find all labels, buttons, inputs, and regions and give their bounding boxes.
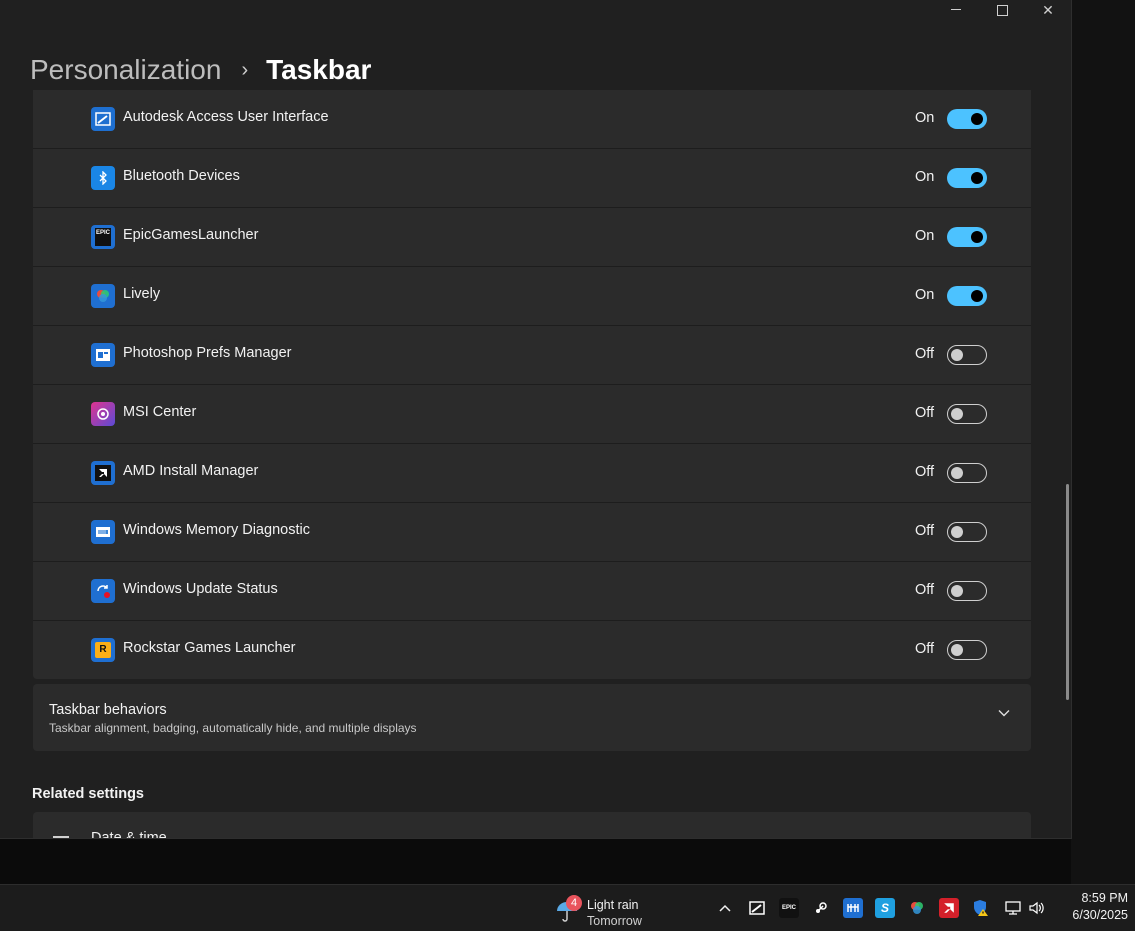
toggle-state-label: On: [915, 287, 935, 303]
windows-update-icon: [91, 579, 115, 603]
taskbar-behaviors-title: Taskbar behaviors: [49, 702, 167, 718]
toggle-state-label: Off: [915, 346, 935, 362]
epic-games-tray-icon[interactable]: EPIC: [779, 898, 799, 918]
app-toggle[interactable]: [947, 227, 987, 247]
app-toggle[interactable]: [947, 286, 987, 306]
weather-badge: 4: [566, 895, 582, 911]
app-name: Rockstar Games Launcher: [123, 640, 296, 656]
security-warning-icon[interactable]: [971, 898, 991, 918]
autodesk-tray-icon[interactable]: [747, 898, 767, 918]
list-item: MSI Center Off: [33, 385, 1031, 444]
toggle-state-label: On: [915, 228, 935, 244]
amd-icon: [91, 461, 115, 485]
app-name: AMD Install Manager: [123, 463, 259, 479]
taskbar: 4 Light rain Tomorrow EPIC S 8:59 PM 6/3…: [0, 884, 1135, 931]
bluetooth-icon: [91, 166, 115, 190]
photoshop-prefs-icon: [91, 343, 115, 367]
settings-window: ✕ Personalization › Taskbar Autodesk Acc…: [0, 0, 1072, 839]
chevron-up-icon[interactable]: [715, 898, 735, 918]
related-settings-heading: Related settings: [32, 786, 144, 802]
list-item: Autodesk Access User Interface On: [33, 90, 1031, 149]
list-item: R Rockstar Games Launcher Off: [33, 621, 1031, 679]
weather-condition: Light rain: [587, 898, 639, 912]
app-toggle[interactable]: [947, 109, 987, 129]
taskbar-clock[interactable]: 8:59 PM 6/30/2025: [1060, 891, 1128, 922]
lively-icon: [91, 284, 115, 308]
taskbar-behaviors-expander[interactable]: Taskbar behaviors Taskbar alignment, bad…: [33, 684, 1031, 751]
toggle-state-label: Off: [915, 641, 935, 657]
app-name: Photoshop Prefs Manager: [123, 345, 292, 361]
taskbar-behaviors-subtitle: Taskbar alignment, badging, automaticall…: [49, 721, 417, 735]
app-toggle[interactable]: [947, 168, 987, 188]
network-icon[interactable]: [1003, 898, 1023, 918]
app-name: Bluetooth Devices: [123, 168, 240, 184]
toggle-state-label: On: [915, 169, 935, 185]
close-button[interactable]: ✕: [1025, 0, 1071, 22]
weather-time: Tomorrow: [587, 914, 642, 928]
autodesk-icon: [91, 107, 115, 131]
volume-icon[interactable]: [1027, 898, 1047, 918]
list-item: Windows Update Status Off: [33, 562, 1031, 621]
surfshark-icon[interactable]: S: [875, 898, 895, 918]
list-item: Windows Memory Diagnostic Off: [33, 503, 1031, 562]
maximize-icon: [996, 5, 1008, 16]
toggle-state-label: Off: [915, 464, 935, 480]
minimize-button[interactable]: [933, 0, 979, 22]
chevron-down-icon: [998, 710, 1010, 717]
app-name: Windows Memory Diagnostic: [123, 522, 310, 538]
lively-tray-icon[interactable]: [907, 898, 927, 918]
rockstar-icon: R: [91, 638, 115, 662]
tray-app-icon[interactable]: [843, 898, 863, 918]
date-time-label: Date & time: [91, 830, 167, 839]
msi-center-icon: [91, 402, 115, 426]
scrollbar[interactable]: [1066, 484, 1069, 700]
toggle-state-label: On: [915, 110, 935, 126]
app-toggle[interactable]: [947, 345, 987, 365]
chevron-right-icon: ›: [241, 58, 249, 81]
clock-date: 6/30/2025: [1072, 908, 1128, 922]
weather-widget[interactable]: 4 Light rain Tomorrow: [555, 891, 665, 928]
minimize-icon: [951, 9, 961, 10]
list-item: EPIC EpicGamesLauncher On: [33, 208, 1031, 267]
calendar-icon: [53, 836, 69, 838]
app-toggle[interactable]: [947, 463, 987, 483]
epic-games-icon: EPIC: [91, 225, 115, 249]
date-time-item[interactable]: Date & time: [33, 812, 1031, 839]
amd-tray-icon[interactable]: [939, 898, 959, 918]
list-item: Photoshop Prefs Manager Off: [33, 326, 1031, 385]
app-name: MSI Center: [123, 404, 197, 420]
app-name: Lively: [123, 286, 161, 302]
toggle-state-label: Off: [915, 405, 935, 421]
breadcrumb: Personalization › Taskbar: [30, 50, 371, 90]
app-toggle[interactable]: [947, 522, 987, 542]
clock-time: 8:59 PM: [1081, 891, 1128, 905]
close-icon: ✕: [1042, 2, 1054, 18]
app-toggle[interactable]: [947, 640, 987, 660]
memory-diagnostic-icon: [91, 520, 115, 544]
maximize-button[interactable]: [979, 0, 1025, 22]
desktop-background: [1071, 0, 1135, 884]
breadcrumb-parent[interactable]: Personalization: [30, 54, 221, 86]
list-item: AMD Install Manager Off: [33, 444, 1031, 503]
app-name: EpicGamesLauncher: [123, 227, 259, 243]
toggle-state-label: Off: [915, 523, 935, 539]
toggle-state-label: Off: [915, 582, 935, 598]
app-name: Autodesk Access User Interface: [123, 109, 329, 125]
page-title: Taskbar: [266, 54, 372, 85]
list-item: Lively On: [33, 267, 1031, 326]
app-toggle[interactable]: [947, 404, 987, 424]
app-toggle[interactable]: [947, 581, 987, 601]
steam-icon[interactable]: [811, 898, 831, 918]
app-name: Windows Update Status: [123, 581, 278, 597]
list-item: Bluetooth Devices On: [33, 149, 1031, 208]
